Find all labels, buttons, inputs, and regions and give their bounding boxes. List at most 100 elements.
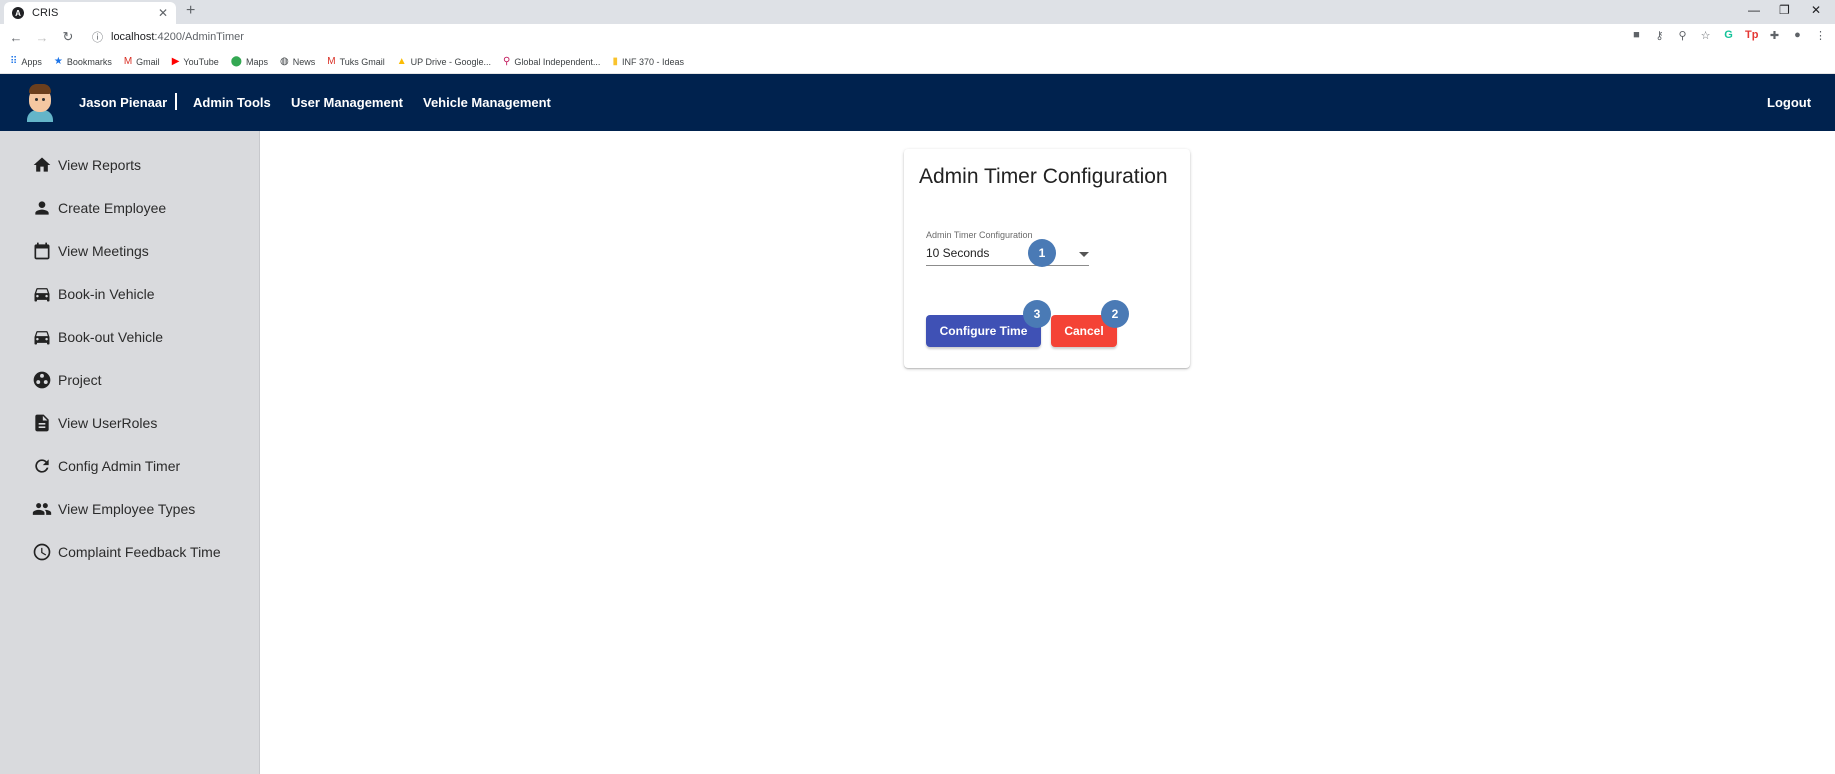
sidebar-item-view-employee-types[interactable]: View Employee Types [32,497,195,521]
grammarly-icon[interactable]: G [1722,29,1735,42]
browser-toolbar: ← → ↻ ⓘ localhost:4200/AdminTimer ■ ⚷ ⚲ … [0,24,1835,50]
sidebar-item-create-employee[interactable]: Create Employee [32,196,166,220]
restore-icon[interactable]: ❐ [1779,3,1790,17]
home-icon [32,155,52,175]
bookmark-label: UP Drive - Google... [410,56,492,67]
url-host: localhost [111,31,155,43]
bookmark-label: Maps [245,56,268,67]
sidebar-item-label: Project [58,372,102,388]
browser-tab-strip: A CRIS ✕ + — ❐ ✕ [0,0,1835,24]
bookmark-item[interactable]: ▮ INF 370 - Ideas [612,56,684,67]
bookmark-label: Tuks Gmail [339,56,385,67]
bookmark-item[interactable]: ▲ UP Drive - Google... [397,56,491,67]
bookmark-item[interactable]: ◍ News [280,56,315,67]
bookmark-item[interactable]: ⠿ Apps [10,56,42,67]
bookmark-item[interactable]: ▶ YouTube [172,56,219,67]
close-tab-icon[interactable]: ✕ [158,6,168,20]
camera-icon[interactable]: ■ [1630,29,1643,42]
step-marker-3: 3 [1023,300,1051,328]
sidebar-item-label: View Reports [58,157,142,173]
extensions-puzzle-icon[interactable]: ✚ [1768,29,1781,42]
sidebar-item-complaint-feedback-time[interactable]: Complaint Feedback Time [32,540,221,564]
nav-admin-tools[interactable]: Admin Tools [193,95,271,110]
bookmark-item[interactable]: M Tuks Gmail [327,56,385,67]
sidebar-item-label: View Meetings [58,243,149,259]
calendar-icon [32,241,52,261]
person-icon [32,198,52,218]
bookmark-label: Bookmarks [66,56,112,67]
url-path: :4200/AdminTimer [154,31,244,43]
browser-tab[interactable]: A CRIS ✕ [4,2,176,24]
bookmark-label: Apps [21,56,42,67]
project-icon [32,370,52,390]
bookmark-item[interactable]: M Gmail [124,56,160,67]
star-icon: ★ [53,56,63,67]
card-title: Admin Timer Configuration [919,165,1168,188]
car-icon [32,327,52,347]
header-divider [175,93,177,110]
bookmark-star-icon[interactable]: ☆ [1699,29,1712,42]
sidebar: View Reports Create Employee View Meetin… [0,131,260,774]
sidebar-item-label: View Employee Types [58,501,196,517]
bookmarks-bar: ⠿ Apps ★ Bookmarks M Gmail ▶ YouTube ⬤ Maps ◍ News M… [0,50,1835,74]
tab-title: CRIS [32,7,59,19]
people-icon [32,499,52,519]
back-icon[interactable]: ← [6,30,26,45]
bookmark-item[interactable]: ★ Bookmarks [54,56,112,67]
refresh-icon [32,456,52,476]
globe-icon: ◍ [279,56,289,67]
sidebar-item-view-userroles[interactable]: View UserRoles [32,411,157,435]
key-icon[interactable]: ⚷ [1653,29,1666,42]
avatar [26,82,54,122]
bookmark-item[interactable]: ⬤ Maps [231,56,268,67]
address-bar[interactable]: ⓘ localhost:4200/AdminTimer [92,29,244,45]
maps-pin-icon: ⬤ [230,56,242,67]
sidebar-item-project[interactable]: Project [32,368,102,392]
note-icon: ▮ [612,56,618,67]
forward-icon[interactable]: → [32,30,52,45]
gmail-icon: M [123,56,133,67]
sidebar-item-book-out-vehicle[interactable]: Book-out Vehicle [32,325,163,349]
sidebar-item-config-admin-timer[interactable]: Config Admin Timer [32,454,180,478]
new-tab-icon[interactable]: + [186,2,195,20]
clock-icon [32,542,52,562]
zoom-icon[interactable]: ⚲ [1676,29,1689,42]
sidebar-item-label: Book-out Vehicle [58,329,164,345]
bookmark-label: Gmail [136,56,160,67]
document-icon [32,413,52,433]
sidebar-item-label: View UserRoles [58,415,158,431]
nav-user-management[interactable]: User Management [291,95,403,110]
site-info-icon[interactable]: ⓘ [92,29,103,45]
angular-favicon-icon: A [12,7,24,19]
drive-icon: ▲ [396,56,407,67]
nav-vehicle-management[interactable]: Vehicle Management [423,95,551,110]
step-marker-2: 2 [1101,300,1129,328]
youtube-icon: ▶ [171,56,180,67]
window-close-icon[interactable]: ✕ [1811,3,1821,17]
sidebar-item-label: Book-in Vehicle [58,286,155,302]
timer-select[interactable]: 10 Seconds [926,246,989,260]
field-label: Admin Timer Configuration [926,230,1033,240]
link-icon: ⚲ [503,56,511,67]
bookmark-item[interactable]: ⚲ Global Independent... [503,56,600,67]
sidebar-item-view-meetings[interactable]: View Meetings [32,239,149,263]
menu-kebab-icon[interactable]: ⋮ [1814,29,1827,42]
apps-grid-icon: ⠿ [10,56,18,67]
user-name: Jason Pienaar [79,95,168,110]
gmail-icon: M [327,56,336,67]
sidebar-item-book-in-vehicle[interactable]: Book-in Vehicle [32,282,155,306]
profile-avatar-icon[interactable]: ● [1791,29,1804,42]
logout-button[interactable]: Logout [1767,95,1811,110]
select-underline [926,265,1089,266]
reload-icon[interactable]: ↻ [58,29,78,45]
bookmark-label: News [292,56,316,67]
bookmark-label: YouTube [183,56,219,67]
step-marker-1: 1 [1028,239,1056,267]
sidebar-item-view-reports[interactable]: View Reports [32,153,141,177]
bookmark-label: Global Independent... [514,56,601,67]
minimize-icon[interactable]: — [1748,3,1760,17]
chevron-down-icon[interactable] [1079,252,1089,257]
extension-tp-icon[interactable]: Tp [1745,29,1758,42]
bookmark-label: INF 370 - Ideas [621,56,684,67]
app-header: Jason Pienaar Admin Tools User Managemen… [0,74,1835,131]
